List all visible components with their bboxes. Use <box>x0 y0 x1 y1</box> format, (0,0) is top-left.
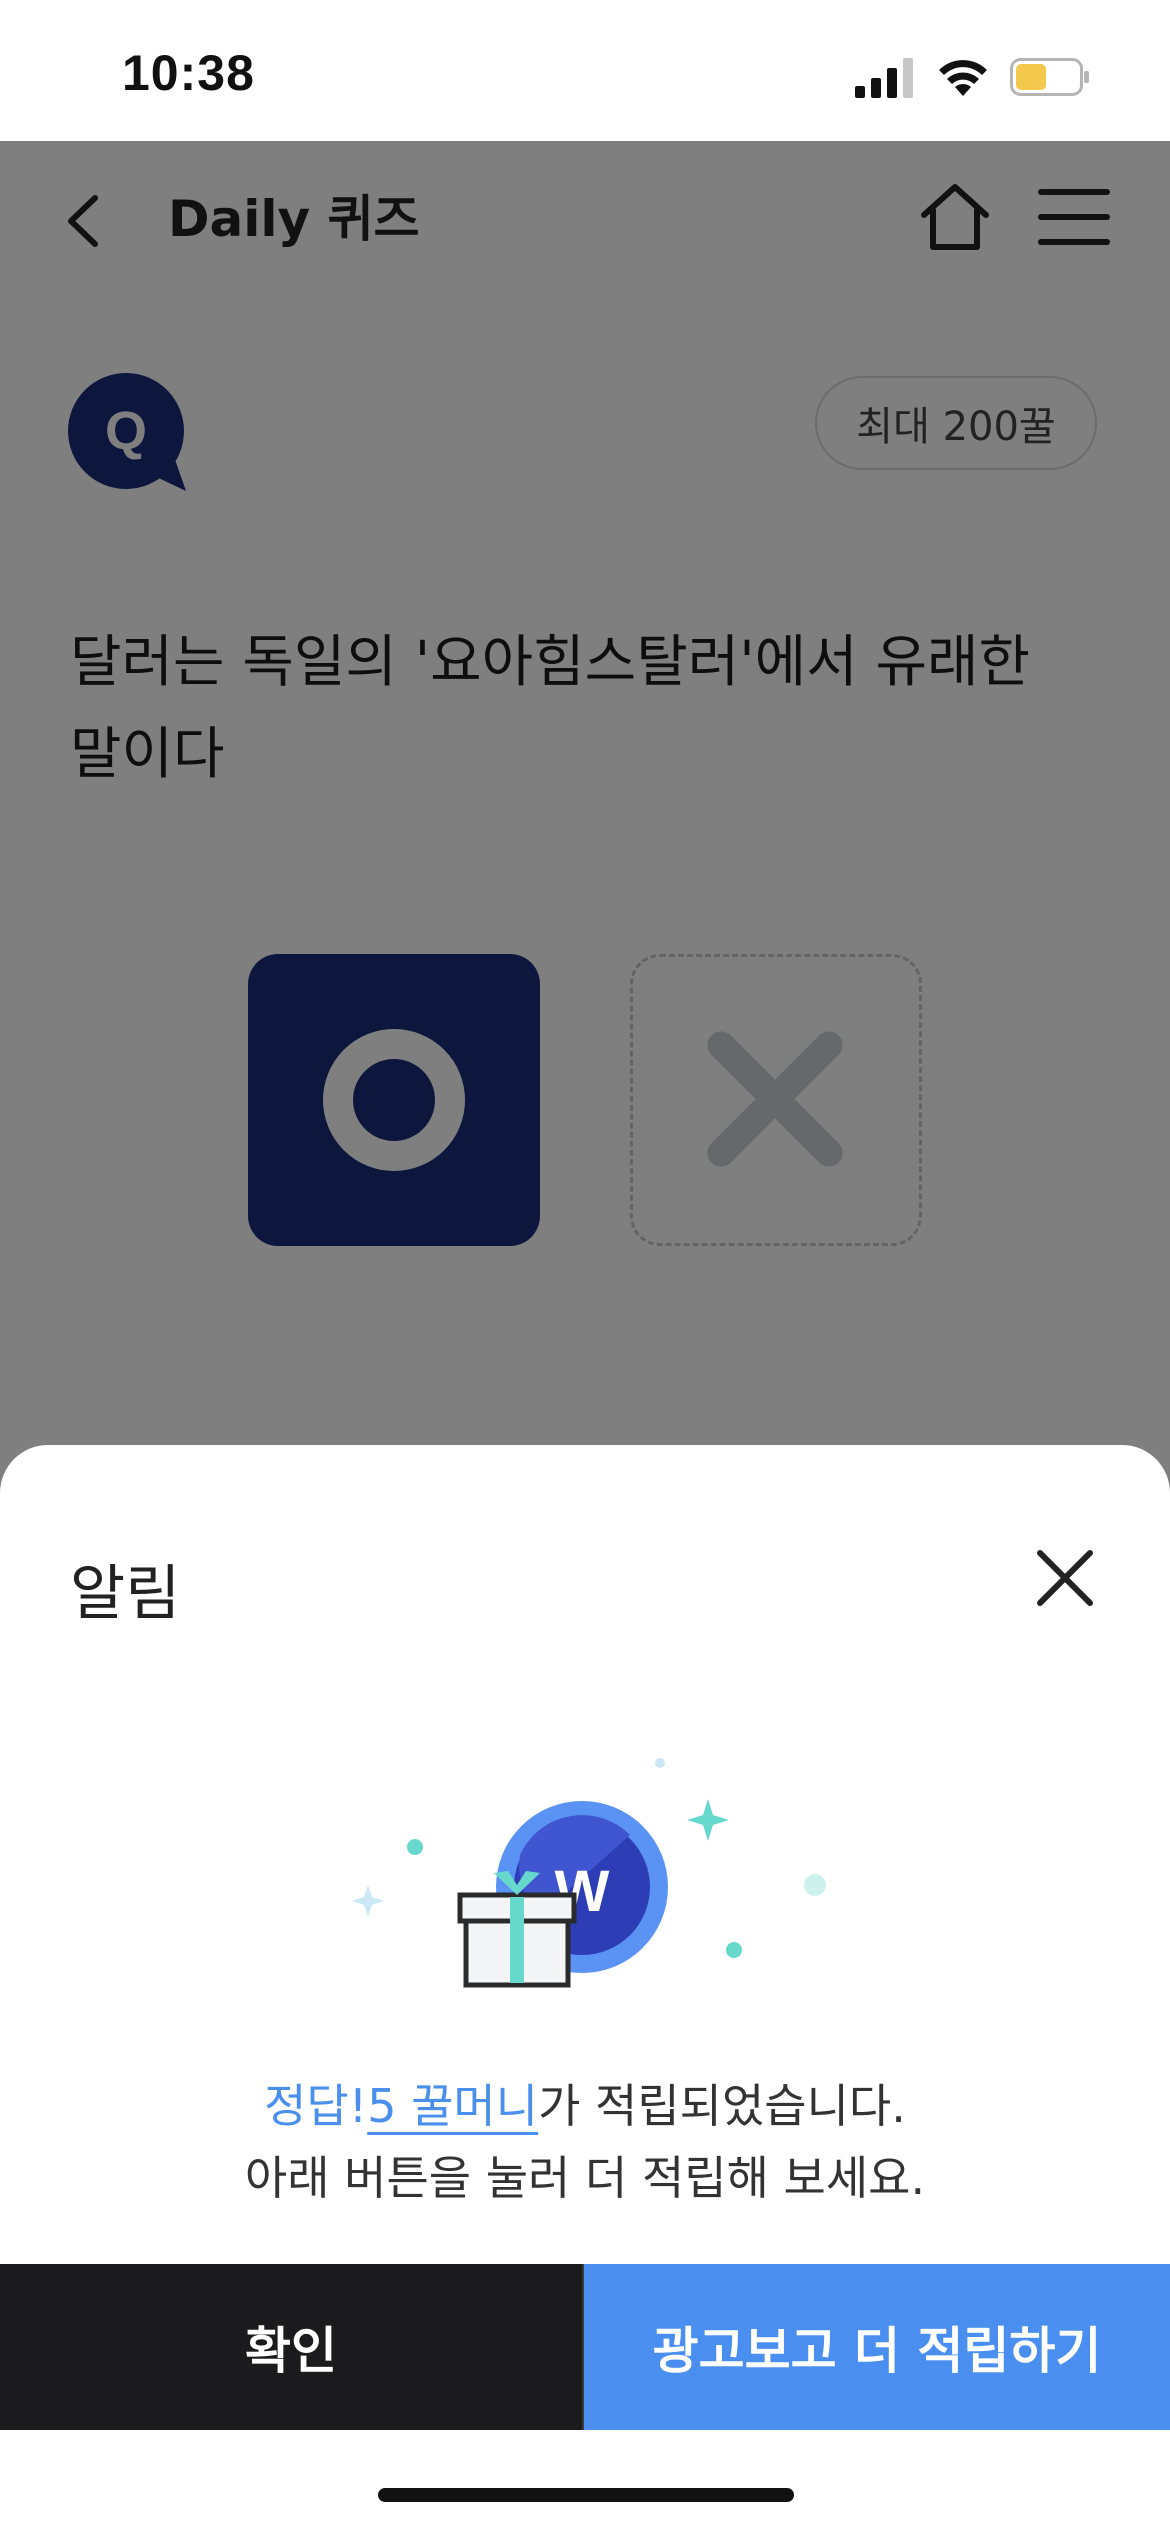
alert-message-line-2: 아래 버튼을 눌러 더 적립해 보세요. <box>244 2151 926 2205</box>
battery-icon <box>1010 58 1089 96</box>
watch-ad-button[interactable]: 광고보고 더 적립하기 <box>584 2264 1170 2430</box>
home-indicator[interactable] <box>378 2488 794 2502</box>
confirm-button[interactable]: 확인 <box>0 2264 584 2430</box>
alert-button-row: 확인 광고보고 더 적립하기 <box>0 2264 1170 2430</box>
wifi-icon <box>939 60 987 96</box>
cellular-signal-icon <box>855 58 913 98</box>
reward-suffix: 가 적립되었습니다. <box>538 2079 906 2133</box>
reward-gift-coin-icon: W <box>352 1758 826 1988</box>
reward-amount: 5 꿀머니 <box>367 2079 539 2133</box>
close-icon[interactable] <box>1032 1545 1098 1611</box>
status-time: 10:38 <box>122 45 255 101</box>
correct-text: 정답! <box>264 2079 368 2133</box>
status-bar: 10:38 <box>0 0 1170 141</box>
alert-message: 정답!5 꿀머니가 적립되었습니다. 아래 버튼을 눌러 더 적립해 보세요. <box>0 2070 1170 2214</box>
alert-bottom-sheet: 알림 W 정답!5 꿀머니가 적립되었습니다. 아래 버튼을 눌러 더 적립해 … <box>0 1445 1170 2532</box>
alert-title: 알림 <box>70 1559 181 1629</box>
alert-message-line-1: 정답!5 꿀머니가 적립되었습니다. <box>0 2070 1170 2142</box>
